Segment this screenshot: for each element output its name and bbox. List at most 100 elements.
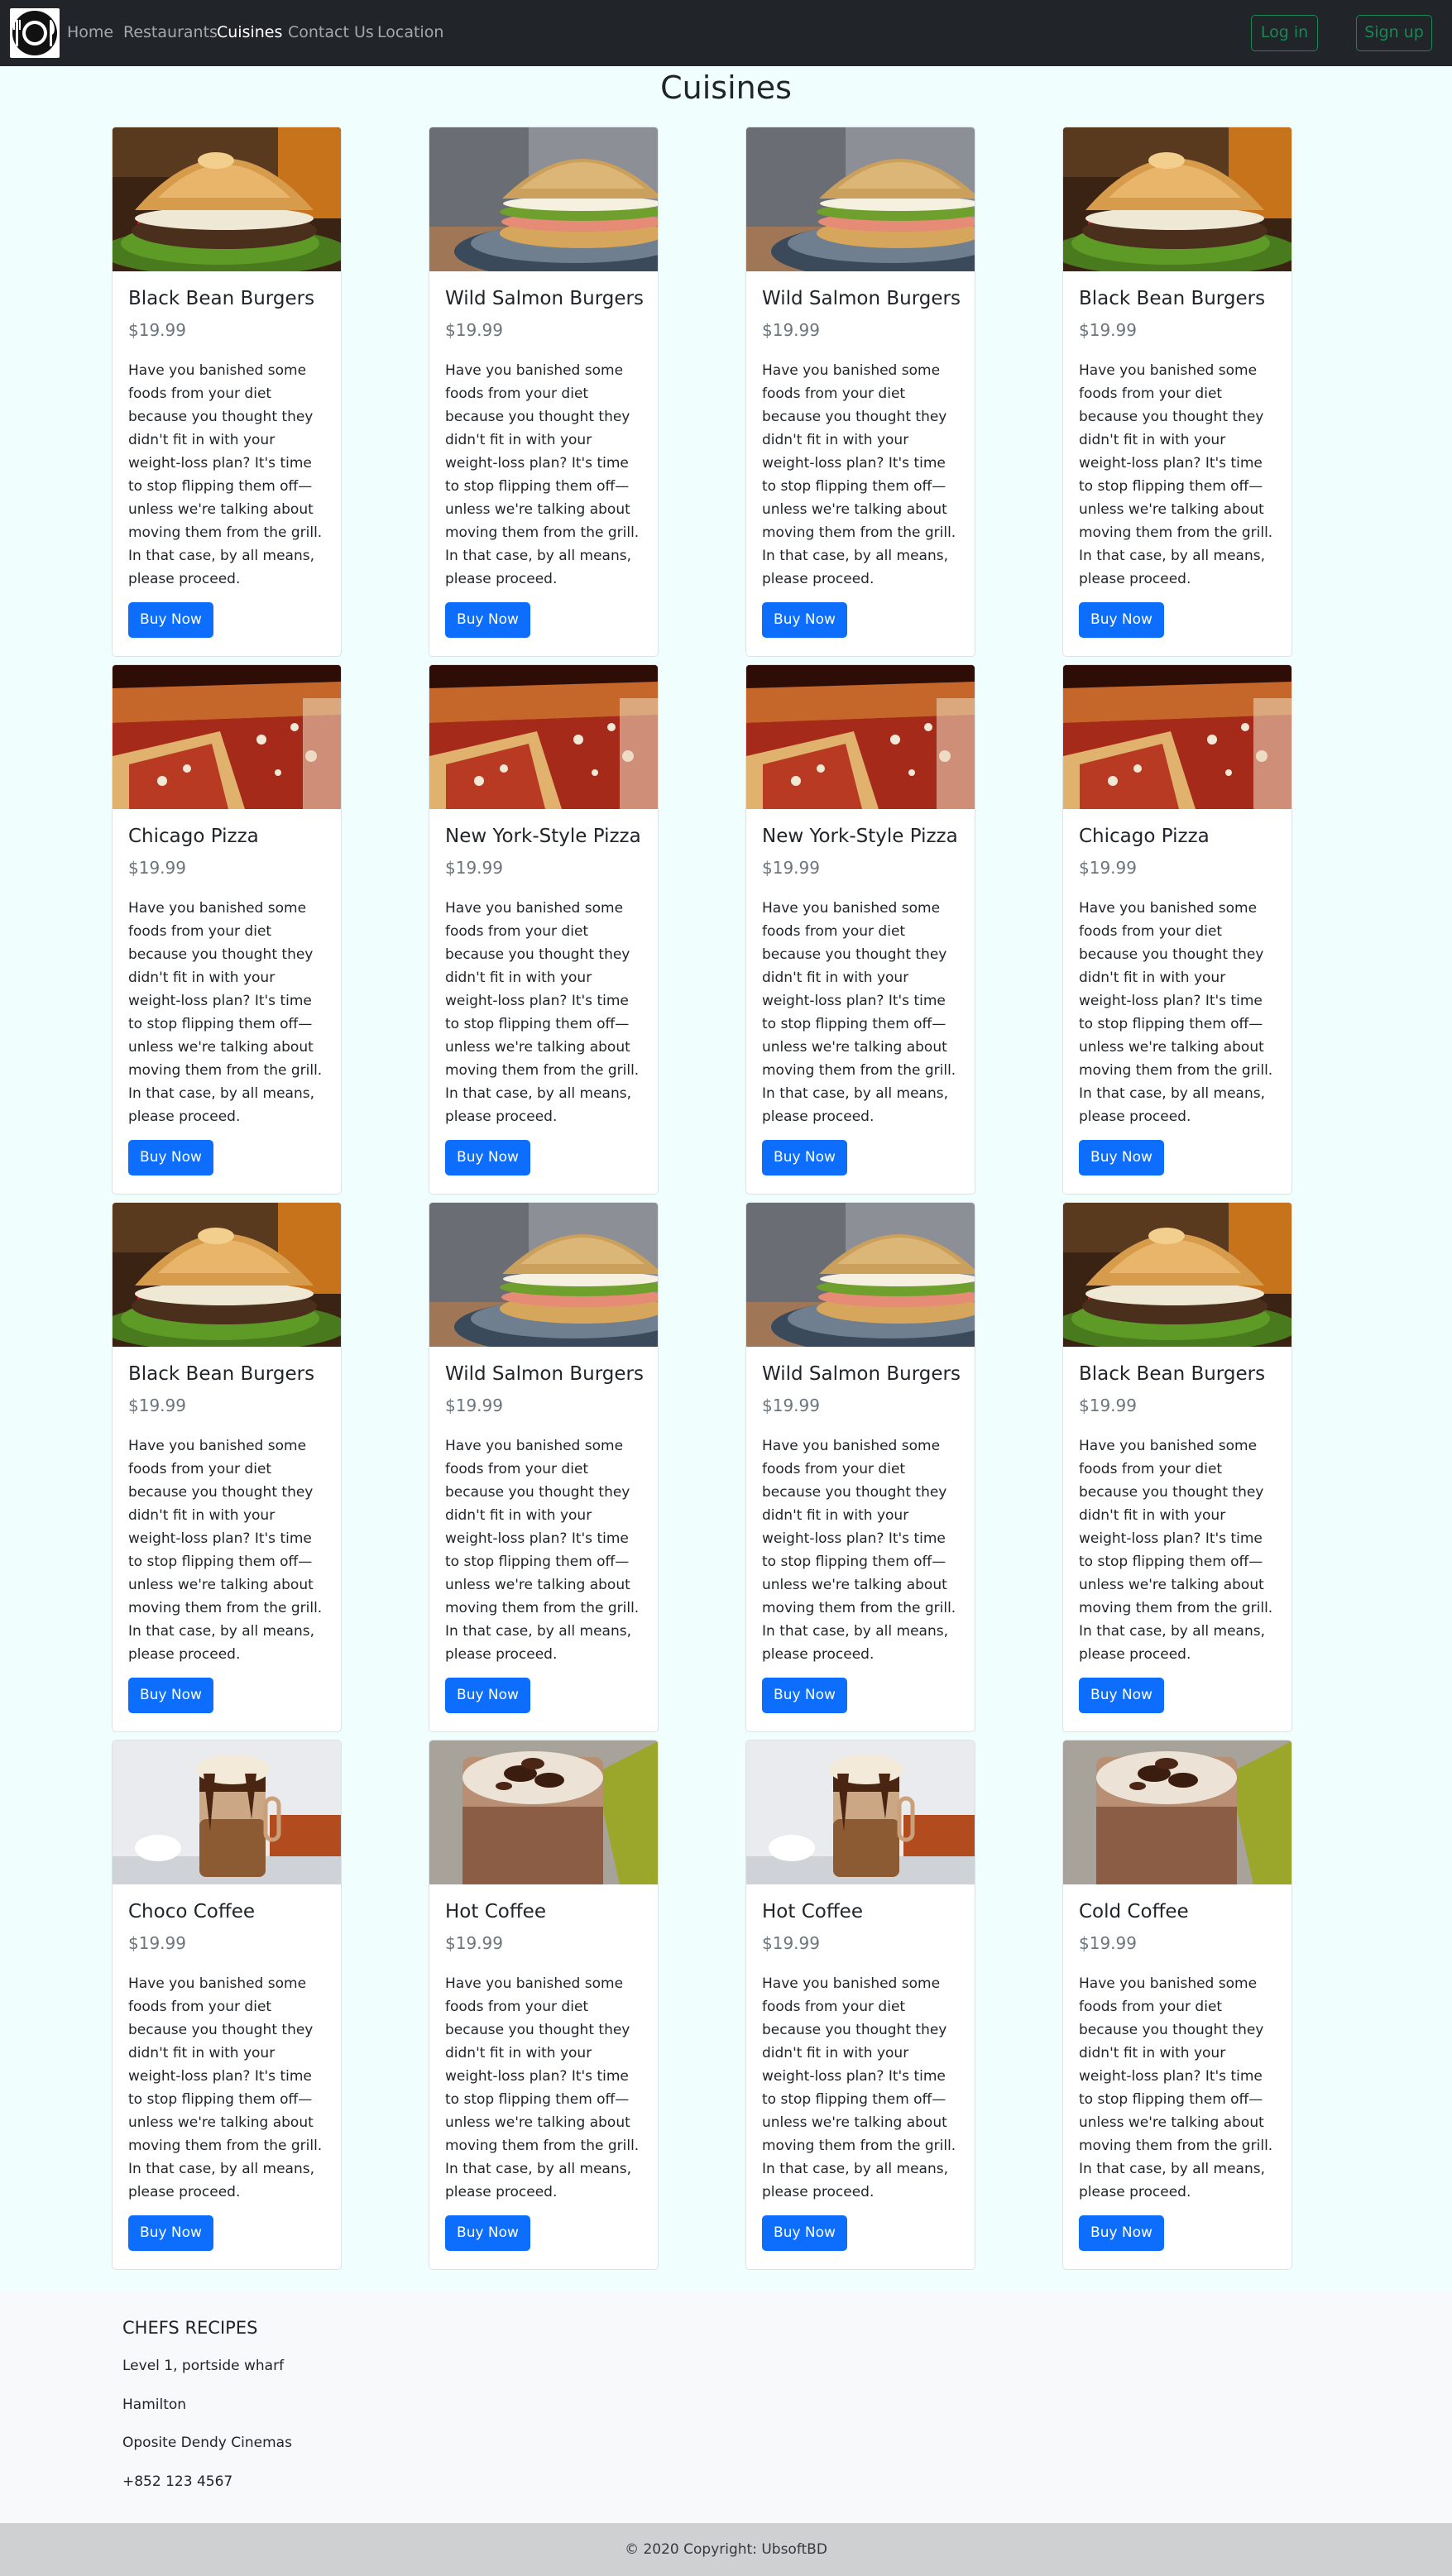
nav-restaurants[interactable]: Restaurants [123,22,218,42]
card-title: Black Bean Burgers [1079,288,1266,309]
card-title: Hot Coffee [445,1901,546,1922]
card-description: Have you banished some foods from your d… [1079,900,1273,1125]
cuisine-card: Wild Salmon Burgers $19.99 Have you banish… [745,127,975,657]
nav-contact-us[interactable]: Contact Us [288,22,374,42]
cuisine-card: Wild Salmon Burgers $19.99 Have you banish… [745,1202,975,1732]
card-description: Have you banished some foods from your d… [762,1438,956,1663]
choco-coffee-image [746,1740,975,1884]
card-description: Have you banished some foods from your d… [128,362,323,587]
signup-button[interactable]: Sign up [1356,15,1432,51]
card-title: Black Bean Burgers [128,1363,315,1385]
cuisine-card: Wild Salmon Burgers $19.99 Have you banish… [429,127,659,657]
cuisine-card: Black Bean Burgers $19.99 Have you banishe… [1062,1202,1292,1732]
nav-home[interactable]: Home [67,22,113,42]
salmon-burger-image [429,1203,658,1347]
card-price: $19.99 [445,858,503,878]
buy-now-button[interactable]: Buy Now [1079,2215,1164,2251]
card-description: Have you banished some foods from your d… [445,900,640,1125]
card-description: Have you banished some foods from your d… [128,900,323,1125]
cuisine-card: New York-Style Pizza $19.99 Have you banis… [745,664,975,1195]
buy-now-button[interactable]: Buy Now [1079,1140,1164,1175]
salmon-burger-image [746,1203,975,1347]
buy-now-button[interactable]: Buy Now [445,1678,530,1713]
card-price: $19.99 [762,1933,820,1953]
buy-now-button[interactable]: Buy Now [762,1140,847,1175]
card-title: Wild Salmon Burgers [445,288,644,309]
card-title: Chicago Pizza [1079,826,1210,847]
page-title: Cuisines [660,69,792,106]
iced-coffee-image [429,1740,658,1884]
buy-now-button[interactable]: Buy Now [128,1678,213,1713]
card-price: $19.99 [1079,320,1137,340]
card-title: Chicago Pizza [128,826,259,847]
cuisine-card: Black Bean Burgers $19.99 Have you banishe… [1062,127,1292,657]
card-title: Wild Salmon Burgers [762,1363,961,1385]
card-price: $19.99 [762,1396,820,1415]
bean-burger-image [113,127,341,271]
buy-now-button[interactable]: Buy Now [445,2215,530,2251]
card-description: Have you banished some foods from your d… [1079,1438,1273,1663]
buy-now-button[interactable]: Buy Now [1079,1678,1164,1713]
card-title: Hot Coffee [762,1901,863,1922]
login-button[interactable]: Log in [1251,15,1318,51]
card-title: New York-Style Pizza [762,826,958,847]
card-description: Have you banished some foods from your d… [1079,1975,1273,2200]
card-title: Wild Salmon Burgers [762,288,961,309]
card-title: New York-Style Pizza [445,826,641,847]
card-price: $19.99 [762,320,820,340]
card-price: $19.99 [128,320,186,340]
pizza-image [113,665,341,809]
cuisine-card: Chicago Pizza $19.99 Have you banished som… [1062,664,1292,1195]
cuisine-card: Cold Coffee $19.99 Have you banished some … [1062,1740,1292,2270]
salmon-burger-image [429,127,658,271]
card-price: $19.99 [445,1396,503,1415]
card-price: $19.99 [1079,1396,1137,1415]
buy-now-button[interactable]: Buy Now [128,2215,213,2251]
buy-now-button[interactable]: Buy Now [762,2215,847,2251]
buy-now-button[interactable]: Buy Now [128,602,213,638]
footer-phone-line: +852 123 4567 [122,2473,233,2490]
bean-burger-image [1063,127,1291,271]
plate-fork-knife-icon[interactable] [10,8,60,58]
buy-now-button[interactable]: Buy Now [445,1140,530,1175]
footer-address-line: Level 1, portside wharf [122,2358,285,2374]
footer: CHEFS RECIPES Level 1, portside wharf Ha… [0,2291,1452,2523]
card-price: $19.99 [762,858,820,878]
card-description: Have you banished some foods from your d… [445,362,640,587]
card-price: $19.99 [128,858,186,878]
cuisine-card: Wild Salmon Burgers $19.99 Have you banish… [429,1202,659,1732]
card-title: Black Bean Burgers [128,288,315,309]
copyright-bar: © 2020 Copyright: UbsoftBD [0,2523,1452,2576]
card-title: Wild Salmon Burgers [445,1363,644,1385]
buy-now-button[interactable]: Buy Now [128,1140,213,1175]
salmon-burger-image [746,127,975,271]
card-title: Choco Coffee [128,1901,256,1922]
nav-location[interactable]: Location [377,22,443,42]
cuisine-card: Hot Coffee $19.99 Have you banished some f… [745,1740,975,2270]
nav-cuisines[interactable]: Cuisines [217,22,282,42]
card-title: Cold Coffee [1079,1901,1189,1922]
card-description: Have you banished some foods from your d… [445,1438,640,1663]
cuisine-card: New York-Style Pizza $19.99 Have you banis… [429,664,659,1195]
navbar: Home Restaurants Cuisines Contact Us Loc… [0,0,1452,66]
pizza-image [1063,665,1291,809]
card-description: Have you banished some foods from your d… [128,1438,323,1663]
pizza-image [429,665,658,809]
buy-now-button[interactable]: Buy Now [1079,602,1164,638]
footer-landmark-line: Oposite Dendy Cinemas [122,2435,292,2451]
iced-coffee-image [1063,1740,1291,1884]
buy-now-button[interactable]: Buy Now [445,602,530,638]
cuisine-card: Chicago Pizza $19.99 Have you banished som… [112,664,342,1195]
cuisine-card: Black Bean Burgers $19.99 Have you banishe… [112,1202,342,1732]
card-description: Have you banished some foods from your d… [762,900,956,1125]
choco-coffee-image [113,1740,341,1884]
cuisine-card: Black Bean Burgers $19.99 Have you banishe… [112,127,342,657]
pizza-image [746,665,975,809]
card-title: Black Bean Burgers [1079,1363,1266,1385]
card-description: Have you banished some foods from your d… [445,1975,640,2200]
footer-heading: CHEFS RECIPES [122,2318,258,2338]
buy-now-button[interactable]: Buy Now [762,1678,847,1713]
card-description: Have you banished some foods from your d… [762,1975,956,2200]
buy-now-button[interactable]: Buy Now [762,602,847,638]
card-description: Have you banished some foods from your d… [128,1975,323,2200]
